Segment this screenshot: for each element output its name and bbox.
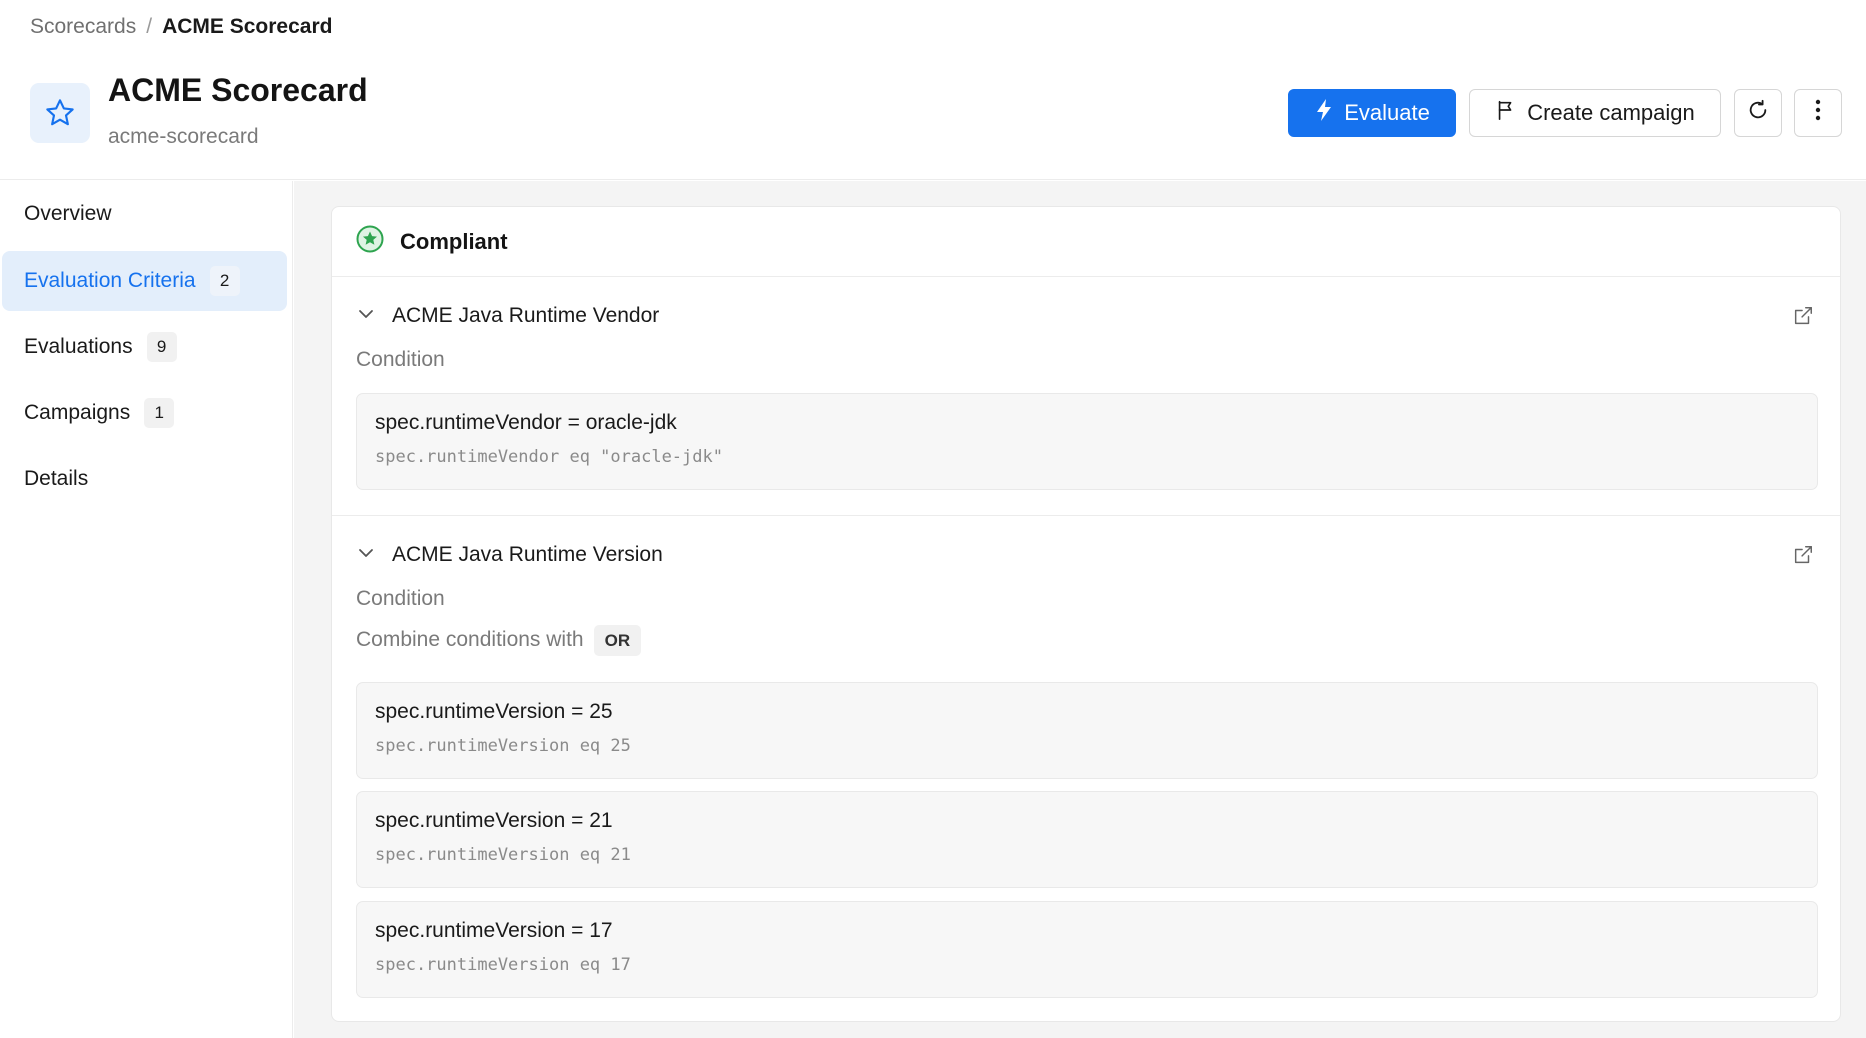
star-icon bbox=[30, 83, 90, 143]
breadcrumb-scorecards-link[interactable]: Scorecards bbox=[30, 15, 136, 39]
sidebar-nav: Overview Evaluation Criteria 2 Evaluatio… bbox=[0, 181, 293, 1038]
external-link-icon[interactable] bbox=[1792, 544, 1814, 571]
condition-display: spec.runtimeVersion = 17 bbox=[375, 919, 613, 942]
count-badge: 2 bbox=[209, 266, 240, 296]
criterion-title: ACME Java Runtime Vendor bbox=[392, 304, 660, 327]
sidebar-item-evaluations[interactable]: Evaluations 9 bbox=[2, 317, 287, 377]
criteria-card: Compliant ACME Java Runtime Vendor Condi… bbox=[331, 206, 1841, 1022]
combine-conditions: Combine conditions with OR bbox=[356, 625, 642, 656]
chevron-down-icon bbox=[356, 304, 376, 329]
chevron-down-icon bbox=[356, 543, 376, 568]
condition-expression: spec.runtimeVendor eq "oracle-jdk" bbox=[375, 447, 723, 467]
page-title: ACME Scorecard bbox=[108, 72, 368, 108]
sidebar-item-overview[interactable]: Overview bbox=[2, 184, 287, 244]
criterion-header-runtime-vendor[interactable]: ACME Java Runtime Vendor bbox=[332, 291, 1840, 341]
sidebar-item-label: Evaluation Criteria bbox=[24, 269, 196, 292]
breadcrumb: Scorecards / ACME Scorecard bbox=[30, 15, 332, 39]
condition-display: spec.runtimeVersion = 21 bbox=[375, 809, 613, 832]
page-header: Scorecards / ACME Scorecard ACME Scoreca… bbox=[0, 0, 1866, 180]
breadcrumb-separator: / bbox=[146, 15, 153, 38]
count-badge: 9 bbox=[146, 332, 177, 362]
page-subtitle: acme-scorecard bbox=[108, 125, 259, 148]
compliance-status: Compliant bbox=[332, 207, 1840, 277]
evaluate-button-label: Evaluate bbox=[1344, 100, 1430, 125]
condition-box: spec.runtimeVersion = 21 spec.runtimeVer… bbox=[356, 791, 1818, 888]
sidebar-item-label: Overview bbox=[24, 202, 112, 225]
create-campaign-button-label: Create campaign bbox=[1527, 100, 1695, 125]
sidebar-item-campaigns[interactable]: Campaigns 1 bbox=[2, 383, 287, 443]
breadcrumb-current: ACME Scorecard bbox=[162, 15, 333, 38]
evaluate-button[interactable]: Evaluate bbox=[1288, 89, 1456, 137]
condition-label: Condition bbox=[356, 587, 445, 610]
sidebar-item-evaluation-criteria[interactable]: Evaluation Criteria 2 bbox=[2, 251, 287, 311]
sidebar-item-label: Details bbox=[24, 467, 89, 490]
condition-box: spec.runtimeVersion = 25 spec.runtimeVer… bbox=[356, 682, 1818, 779]
condition-box: spec.runtimeVendor = oracle-jdk spec.run… bbox=[356, 393, 1818, 490]
sidebar-item-details[interactable]: Details bbox=[2, 449, 287, 509]
external-link-icon[interactable] bbox=[1792, 305, 1814, 332]
compliant-icon bbox=[356, 225, 384, 258]
condition-expression: spec.runtimeVersion eq 25 bbox=[375, 736, 631, 756]
lightning-icon bbox=[1314, 98, 1334, 128]
more-options-button[interactable] bbox=[1794, 89, 1842, 137]
main-content: Compliant ACME Java Runtime Vendor Condi… bbox=[294, 181, 1866, 1038]
more-vertical-icon bbox=[1815, 99, 1821, 127]
refresh-icon bbox=[1747, 99, 1769, 127]
condition-display: spec.runtimeVendor = oracle-jdk bbox=[375, 411, 677, 434]
condition-display: spec.runtimeVersion = 25 bbox=[375, 700, 613, 723]
condition-label: Condition bbox=[356, 348, 445, 371]
flag-icon bbox=[1495, 99, 1517, 127]
criterion-header-runtime-version[interactable]: ACME Java Runtime Version bbox=[332, 530, 1840, 580]
condition-expression: spec.runtimeVersion eq 17 bbox=[375, 955, 631, 975]
refresh-button[interactable] bbox=[1734, 89, 1782, 137]
create-campaign-button[interactable]: Create campaign bbox=[1469, 89, 1721, 137]
sidebar-item-label: Campaigns bbox=[24, 401, 131, 424]
condition-expression: spec.runtimeVersion eq 21 bbox=[375, 845, 631, 865]
condition-box: spec.runtimeVersion = 17 spec.runtimeVer… bbox=[356, 901, 1818, 998]
status-label: Compliant bbox=[400, 228, 508, 254]
sidebar-item-label: Evaluations bbox=[24, 335, 133, 358]
count-badge: 1 bbox=[144, 398, 175, 428]
section-divider bbox=[332, 515, 1840, 516]
operator-badge: OR bbox=[593, 625, 642, 656]
combine-label: Combine conditions with bbox=[356, 628, 584, 652]
criterion-title: ACME Java Runtime Version bbox=[392, 543, 663, 566]
